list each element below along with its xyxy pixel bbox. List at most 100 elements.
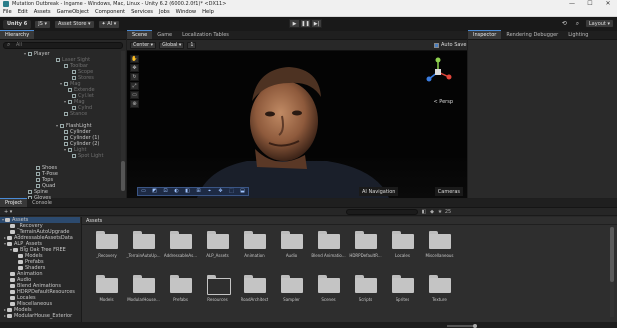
- breadcrumb[interactable]: Assets: [82, 217, 617, 225]
- hierarchy-scroll-thumb[interactable]: [121, 161, 125, 191]
- favorite-icon[interactable]: ★: [436, 208, 444, 216]
- expand-arrow-icon[interactable]: ▾: [60, 81, 62, 86]
- search-icon[interactable]: ⌕: [573, 19, 582, 28]
- folder-tile[interactable]: Sprites: [384, 273, 421, 317]
- expand-arrow-icon[interactable]: ▾: [2, 217, 4, 222]
- tab-rendering-debugger[interactable]: Rendering Debugger: [501, 30, 563, 39]
- expand-arrow-icon[interactable]: ▾: [10, 247, 12, 252]
- play-button[interactable]: ▶: [289, 19, 300, 28]
- overlay-tool-9-icon[interactable]: ⬚: [226, 188, 237, 195]
- folder-tile[interactable]: Scenes: [310, 273, 347, 317]
- project-tree-item[interactable]: ▸ ModularHouse_Exterior: [0, 313, 80, 319]
- orientation-gizmo-icon[interactable]: [423, 57, 453, 87]
- overlay-tool-1-icon[interactable]: ▭: [138, 188, 149, 195]
- tab-console[interactable]: Console: [27, 198, 57, 207]
- folder-tile[interactable]: _Recovery: [88, 229, 125, 273]
- overlay-tool-6-icon[interactable]: ⊞: [193, 188, 204, 195]
- folder-tile[interactable]: RoadArchitect: [236, 273, 273, 317]
- expand-arrow-icon[interactable]: ▸: [4, 235, 6, 240]
- scene-viewport[interactable]: ✋ ✥ ↻ ⤢ ▭ ⊕ < Persp ▭ ◩ ⊡ ◐ ◧ ⊞ ⌖ ✥ ⬚ ⬓ …: [127, 51, 467, 198]
- scale-tool-icon[interactable]: ⤢: [130, 82, 139, 90]
- auto-save-checkbox[interactable]: [434, 42, 439, 48]
- icon-size-slider[interactable]: [447, 324, 477, 328]
- expand-arrow-icon[interactable]: ▾: [56, 123, 58, 128]
- hierarchy-search-input[interactable]: All: [3, 42, 123, 49]
- folder-tile[interactable]: Locales: [384, 229, 421, 273]
- folder-tile[interactable]: _TerrainAutoUp...: [125, 229, 162, 273]
- project-scroll-thumb[interactable]: [610, 227, 614, 282]
- tab-lighting[interactable]: Lighting: [563, 30, 593, 39]
- folder-tile[interactable]: Blend Animatio...: [310, 229, 347, 273]
- expand-arrow-icon[interactable]: ▾: [4, 241, 6, 246]
- ai-button[interactable]: ✦ AI ▾: [97, 19, 121, 29]
- folder-tile[interactable]: Texture: [421, 273, 458, 317]
- folder-tile[interactable]: Prefabs: [162, 273, 199, 317]
- create-asset-button[interactable]: + ▾: [4, 209, 12, 215]
- expand-arrow-icon[interactable]: ▸: [4, 313, 6, 318]
- account-dropdown[interactable]: JS ▾: [34, 19, 51, 29]
- tab-hierarchy[interactable]: Hierarchy: [0, 30, 35, 39]
- tab-project[interactable]: Project: [0, 198, 28, 207]
- overlay-tool-7-icon[interactable]: ⌖: [204, 188, 215, 195]
- menu-gameobject[interactable]: GameObject: [57, 9, 89, 15]
- rect-tool-icon[interactable]: ▭: [130, 91, 139, 99]
- transform-tool-icon[interactable]: ⊕: [130, 100, 139, 108]
- maximize-button[interactable]: ☐: [581, 0, 599, 8]
- menu-help[interactable]: Help: [202, 9, 214, 15]
- expand-arrow-icon[interactable]: ▾: [24, 51, 26, 56]
- menu-edit[interactable]: Edit: [18, 9, 28, 15]
- overlay-tool-2-icon[interactable]: ◩: [149, 188, 160, 195]
- folder-tile[interactable]: HDRPDefaultR...: [347, 229, 384, 273]
- folder-tile[interactable]: Audio: [273, 229, 310, 273]
- hand-tool-icon[interactable]: ✋: [130, 55, 139, 63]
- expand-arrow-icon[interactable]: ▸: [4, 307, 6, 312]
- hierarchy-scrollbar[interactable]: [121, 51, 125, 191]
- tab-localization-tables[interactable]: Localization Tables: [177, 30, 234, 39]
- folder-tile[interactable]: ModularHouse...: [125, 273, 162, 317]
- filter-type-icon[interactable]: ◧: [420, 208, 428, 216]
- move-tool-icon[interactable]: ✥: [130, 64, 139, 72]
- menu-assets[interactable]: Assets: [34, 9, 51, 15]
- overlay-tool-4-icon[interactable]: ◐: [171, 188, 182, 195]
- expand-arrow-icon[interactable]: ▾: [64, 147, 66, 152]
- ai-navigation-overlay[interactable]: AI Navigation: [359, 187, 399, 196]
- menu-component[interactable]: Component: [95, 9, 125, 15]
- folder-tile[interactable]: Sampler: [273, 273, 310, 317]
- close-button[interactable]: ✕: [599, 0, 617, 8]
- project-scrollbar[interactable]: [610, 227, 614, 317]
- folder-tile[interactable]: Miscellaneous: [421, 229, 458, 273]
- folder-tile[interactable]: Scripts: [347, 273, 384, 317]
- rotate-tool-icon[interactable]: ↻: [130, 73, 139, 81]
- history-icon[interactable]: ⟲: [560, 19, 569, 28]
- overlay-tool-8-icon[interactable]: ✥: [215, 188, 226, 195]
- folder-tile[interactable]: Resources: [199, 273, 236, 317]
- cameras-overlay[interactable]: Cameras: [434, 187, 463, 196]
- slider-handle[interactable]: [473, 324, 477, 328]
- minimize-button[interactable]: —: [563, 0, 581, 8]
- menu-services[interactable]: Services: [131, 9, 153, 15]
- snap-value-field[interactable]: 1: [187, 41, 197, 49]
- space-dropdown[interactable]: Global ▾: [159, 41, 185, 49]
- menu-window[interactable]: Window: [176, 9, 196, 15]
- folder-tile[interactable]: ALP_Assets: [199, 229, 236, 273]
- folder-tile[interactable]: AddressableAs...: [162, 229, 199, 273]
- layout-dropdown[interactable]: Layout ▾: [584, 19, 614, 28]
- folder-tile[interactable]: Animation: [236, 229, 273, 273]
- tab-scene[interactable]: Scene: [127, 30, 153, 39]
- tab-game[interactable]: Game: [152, 30, 177, 39]
- auto-save-toggle[interactable]: Auto Save: [434, 41, 466, 49]
- unity-account-button[interactable]: Unity 6: [3, 19, 32, 29]
- menu-file[interactable]: File: [3, 9, 12, 15]
- filter-label-icon[interactable]: ◆: [428, 208, 436, 216]
- asset-store-button[interactable]: Asset Store ▾: [53, 19, 95, 29]
- menu-jobs[interactable]: Jobs: [159, 9, 170, 15]
- persp-label[interactable]: < Persp: [433, 99, 453, 105]
- overlay-tool-5-icon[interactable]: ◧: [182, 188, 193, 195]
- project-search-input[interactable]: [346, 209, 418, 215]
- pivot-dropdown[interactable]: Center ▾: [130, 41, 157, 49]
- overlay-tool-3-icon[interactable]: ⊡: [160, 188, 171, 195]
- folder-tile[interactable]: Models: [88, 273, 125, 317]
- pause-button[interactable]: ❚❚: [300, 19, 311, 28]
- tab-inspector[interactable]: Inspector: [468, 30, 502, 39]
- overlay-tool-10-icon[interactable]: ⬓: [237, 188, 248, 195]
